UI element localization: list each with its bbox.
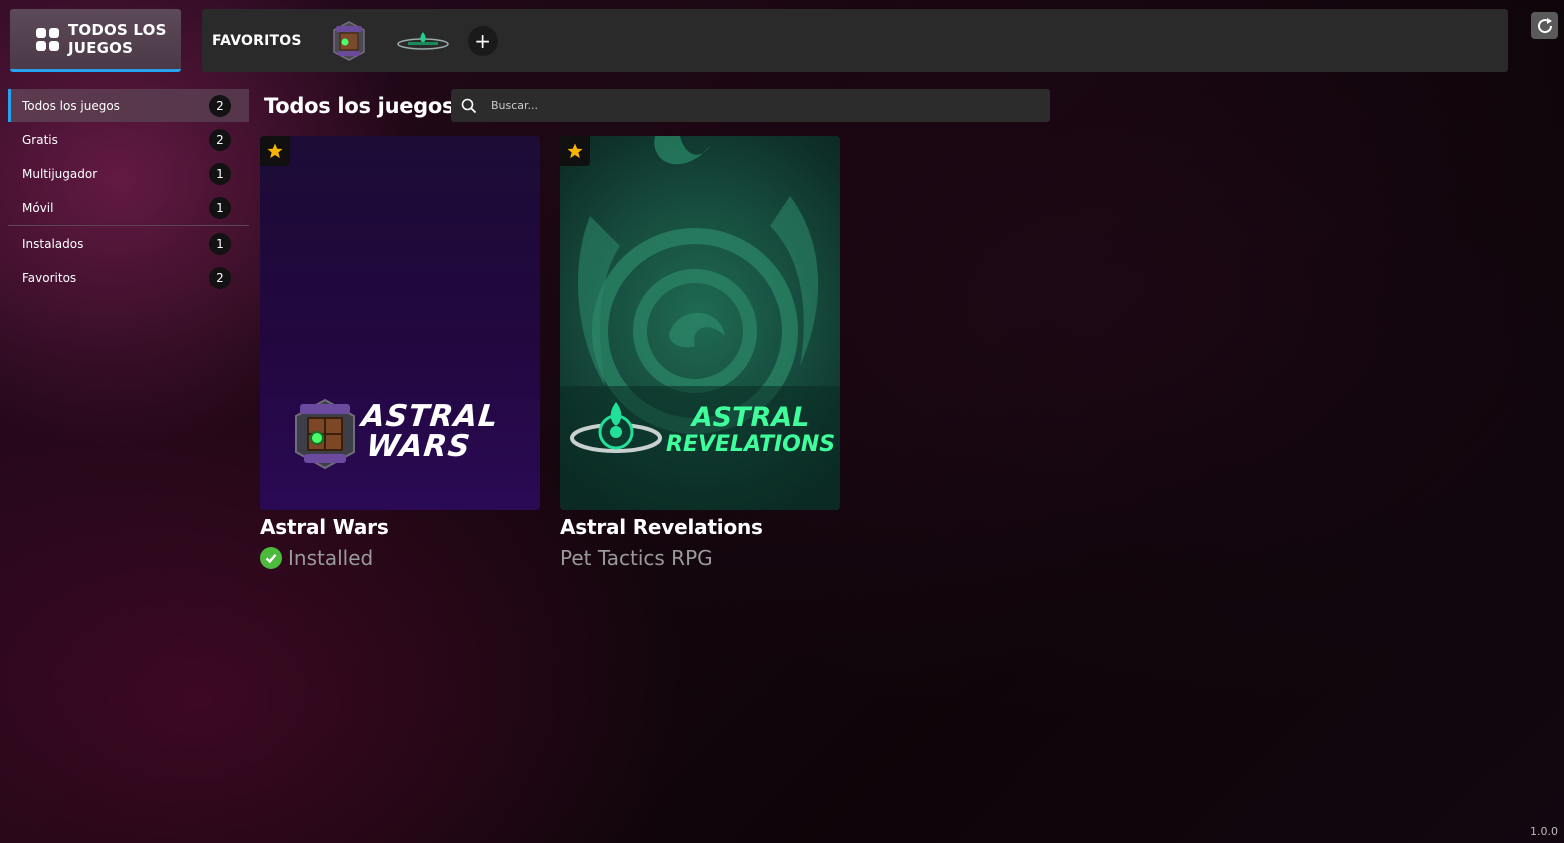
game-cover[interactable]: ASTRAL WARS (260, 136, 540, 510)
refresh-icon (1537, 17, 1552, 33)
count-badge: 1 (209, 162, 231, 185)
astral-wars-logo-icon[interactable] (328, 20, 370, 62)
sidebar-item-label: Instalados (22, 236, 84, 251)
refresh-button[interactable] (1531, 12, 1558, 39)
sidebar-item-multiplayer[interactable]: Multijugador 1 (8, 157, 249, 190)
game-title: Astral Revelations (560, 515, 763, 539)
search-bar[interactable] (451, 89, 1050, 122)
tab-all-games-label: TODOS LOS JUEGOS (68, 21, 167, 57)
tab-all-games[interactable]: TODOS LOS JUEGOS (10, 9, 181, 72)
favorite-toggle[interactable] (560, 136, 590, 166)
sidebar-item-all-games[interactable]: Todos los juegos 2 (8, 89, 249, 122)
count-badge: 1 (209, 196, 231, 219)
sidebar-divider (8, 225, 249, 226)
sidebar-item-label: Favoritos (22, 270, 77, 285)
game-status-text: Installed (288, 546, 374, 570)
sidebar-item-label: Móvil (22, 200, 54, 215)
game-cover[interactable]: ASTRAL REVELATIONS (560, 136, 840, 510)
add-favorite-button[interactable]: + (467, 25, 498, 56)
count-badge: 1 (209, 232, 231, 255)
sidebar-item-free[interactable]: Gratis 2 (8, 123, 249, 156)
game-card-astral-wars[interactable]: ASTRAL WARS Astral Wars Installed (260, 136, 540, 570)
sidebar-item-favorites[interactable]: Favoritos 2 (8, 261, 249, 294)
game-status: Installed (260, 546, 540, 570)
favorites-bar: FAVORITOS + (202, 9, 1508, 72)
count-badge: 2 (209, 128, 231, 151)
game-logo-text: ASTRAL WARS (359, 399, 501, 464)
game-title: Astral Wars (260, 515, 389, 539)
app-version: 1.0.0 (1530, 825, 1558, 838)
sidebar: Todos los juegos 2 Gratis 2 Multijugador… (8, 89, 249, 295)
grid-icon (36, 28, 59, 51)
star-icon (267, 143, 283, 159)
sidebar-item-installed[interactable]: Instalados 1 (8, 227, 249, 260)
page-title: Todos los juegos (264, 94, 455, 118)
count-badge: 2 (209, 94, 231, 117)
sidebar-item-label: Multijugador (22, 166, 98, 181)
search-input[interactable] (491, 99, 1011, 112)
sidebar-item-label: Todos los juegos (22, 98, 120, 113)
astral-wars-emblem-icon (295, 398, 355, 470)
search-icon (461, 98, 477, 113)
game-subtitle: Pet Tactics RPG (560, 546, 713, 570)
sidebar-item-mobile[interactable]: Móvil 1 (8, 191, 249, 224)
check-icon (260, 547, 282, 569)
astral-revelations-emblem-icon (570, 402, 662, 453)
game-card-astral-revelations[interactable]: ASTRAL REVELATIONS Astral Revelations Pe… (560, 136, 840, 570)
star-icon (567, 143, 583, 159)
favorites-label: FAVORITOS (212, 32, 302, 49)
favorite-toggle[interactable] (260, 136, 290, 166)
astral-revelations-logo-icon[interactable] (396, 29, 450, 53)
count-badge: 2 (209, 266, 231, 289)
sidebar-item-label: Gratis (22, 132, 58, 147)
game-logo-text: ASTRAL REVELATIONS (666, 402, 836, 457)
